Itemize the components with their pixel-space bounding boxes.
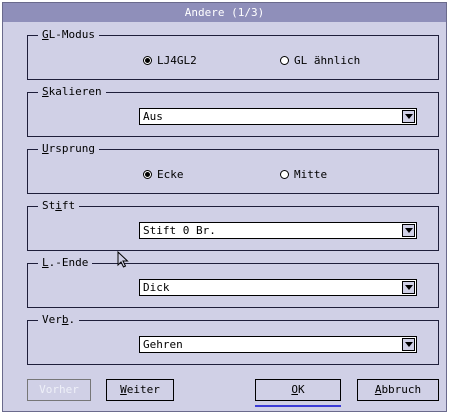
- ok-button[interactable]: OK: [255, 379, 341, 401]
- pen-legend: Stift: [38, 199, 80, 213]
- next-button[interactable]: Weiter: [106, 379, 174, 401]
- scaling-select-value: Aus: [143, 110, 163, 123]
- chevron-down-icon[interactable]: [402, 281, 415, 294]
- chevron-down-icon[interactable]: [402, 224, 415, 237]
- scaling-group: Skalieren Aus: [27, 85, 439, 137]
- radio-unselected-icon: [280, 170, 289, 179]
- line-end-legend: L.-Ende: [38, 256, 93, 270]
- dialog-window: Andere (1/3) GL-Modus LJ4GL2 GL ähnlich …: [2, 2, 447, 412]
- line-end-select-value: Dick: [143, 281, 170, 294]
- cancel-button[interactable]: Abbruch: [357, 379, 439, 401]
- pen-select[interactable]: Stift 0 Br.: [139, 222, 417, 239]
- origin-radio-corner[interactable]: Ecke: [143, 168, 184, 181]
- gl-mode-radio-gl-similar[interactable]: GL ähnlich: [280, 54, 360, 67]
- dialog-title: Andere (1/3): [3, 3, 446, 22]
- chevron-down-icon[interactable]: [402, 338, 415, 351]
- pen-group: Stift Stift 0 Br.: [27, 199, 439, 251]
- gl-mode-legend: GL-Modus: [38, 28, 99, 42]
- mouse-pointer-icon: [117, 251, 129, 268]
- scaling-legend: Skalieren: [38, 85, 106, 99]
- gl-mode-group: GL-Modus LJ4GL2 GL ähnlich: [27, 28, 439, 80]
- back-button[interactable]: Vorher: [27, 379, 91, 401]
- gl-mode-radio-lj4gl2[interactable]: LJ4GL2: [143, 54, 197, 67]
- chevron-down-icon[interactable]: [402, 110, 415, 123]
- ok-focus-indicator: [255, 405, 341, 407]
- join-select-value: Gehren: [143, 338, 183, 351]
- join-legend: Verb.: [38, 313, 80, 327]
- radio-selected-icon: [143, 170, 152, 179]
- line-end-group: L.-Ende Dick: [27, 256, 439, 308]
- origin-group: Ursprung Ecke Mitte: [27, 142, 439, 194]
- pen-select-value: Stift 0 Br.: [143, 224, 216, 237]
- line-end-select[interactable]: Dick: [139, 279, 417, 296]
- join-group: Verb. Gehren: [27, 313, 439, 365]
- origin-legend: Ursprung: [38, 142, 99, 156]
- radio-unselected-icon: [280, 56, 289, 65]
- scaling-select[interactable]: Aus: [139, 108, 417, 125]
- radio-selected-icon: [143, 56, 152, 65]
- join-select[interactable]: Gehren: [139, 336, 417, 353]
- origin-radio-center[interactable]: Mitte: [280, 168, 327, 181]
